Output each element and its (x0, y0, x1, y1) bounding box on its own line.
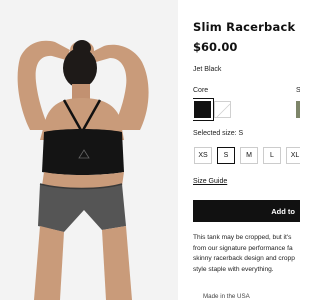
swatch-group-second-label: S (296, 87, 300, 94)
description-line: skinny racerback design and cropp (193, 255, 295, 262)
selected-color-name: Jet Black (193, 66, 222, 73)
made-in-line: Made in the USA (203, 293, 250, 300)
size-option-xl[interactable]: XL (286, 147, 300, 164)
unavailable-slash-icon (216, 103, 231, 118)
description-line: from our signature performance fa (193, 244, 293, 252)
selected-size-label: Selected size: S (193, 130, 244, 137)
add-to-bag-button[interactable]: Add to (193, 200, 300, 222)
product-price: $60.00 (193, 40, 238, 54)
model-illustration (0, 0, 178, 300)
swatch-olive[interactable] (296, 101, 300, 118)
product-photo[interactable] (0, 0, 178, 300)
description-line: style staple with everything. (193, 265, 274, 273)
description-line: This tank may be cropped, but it's (193, 234, 292, 241)
swatch-black[interactable] (193, 98, 214, 121)
size-option-m[interactable]: M (240, 147, 258, 164)
product-description: This tank may be cropped, but it's from … (193, 233, 300, 275)
size-guide-link[interactable]: Size Guide (193, 178, 227, 185)
size-option-xs[interactable]: XS (194, 147, 212, 164)
size-option-s[interactable]: S (217, 147, 235, 164)
product-details: Slim Racerback Cr $60.00 Jet Black Core … (193, 0, 300, 300)
swatch-group-core-label: Core (193, 87, 209, 94)
swatch-white[interactable] (214, 101, 231, 118)
size-option-l[interactable]: L (263, 147, 281, 164)
product-title: Slim Racerback Cr (193, 20, 300, 34)
